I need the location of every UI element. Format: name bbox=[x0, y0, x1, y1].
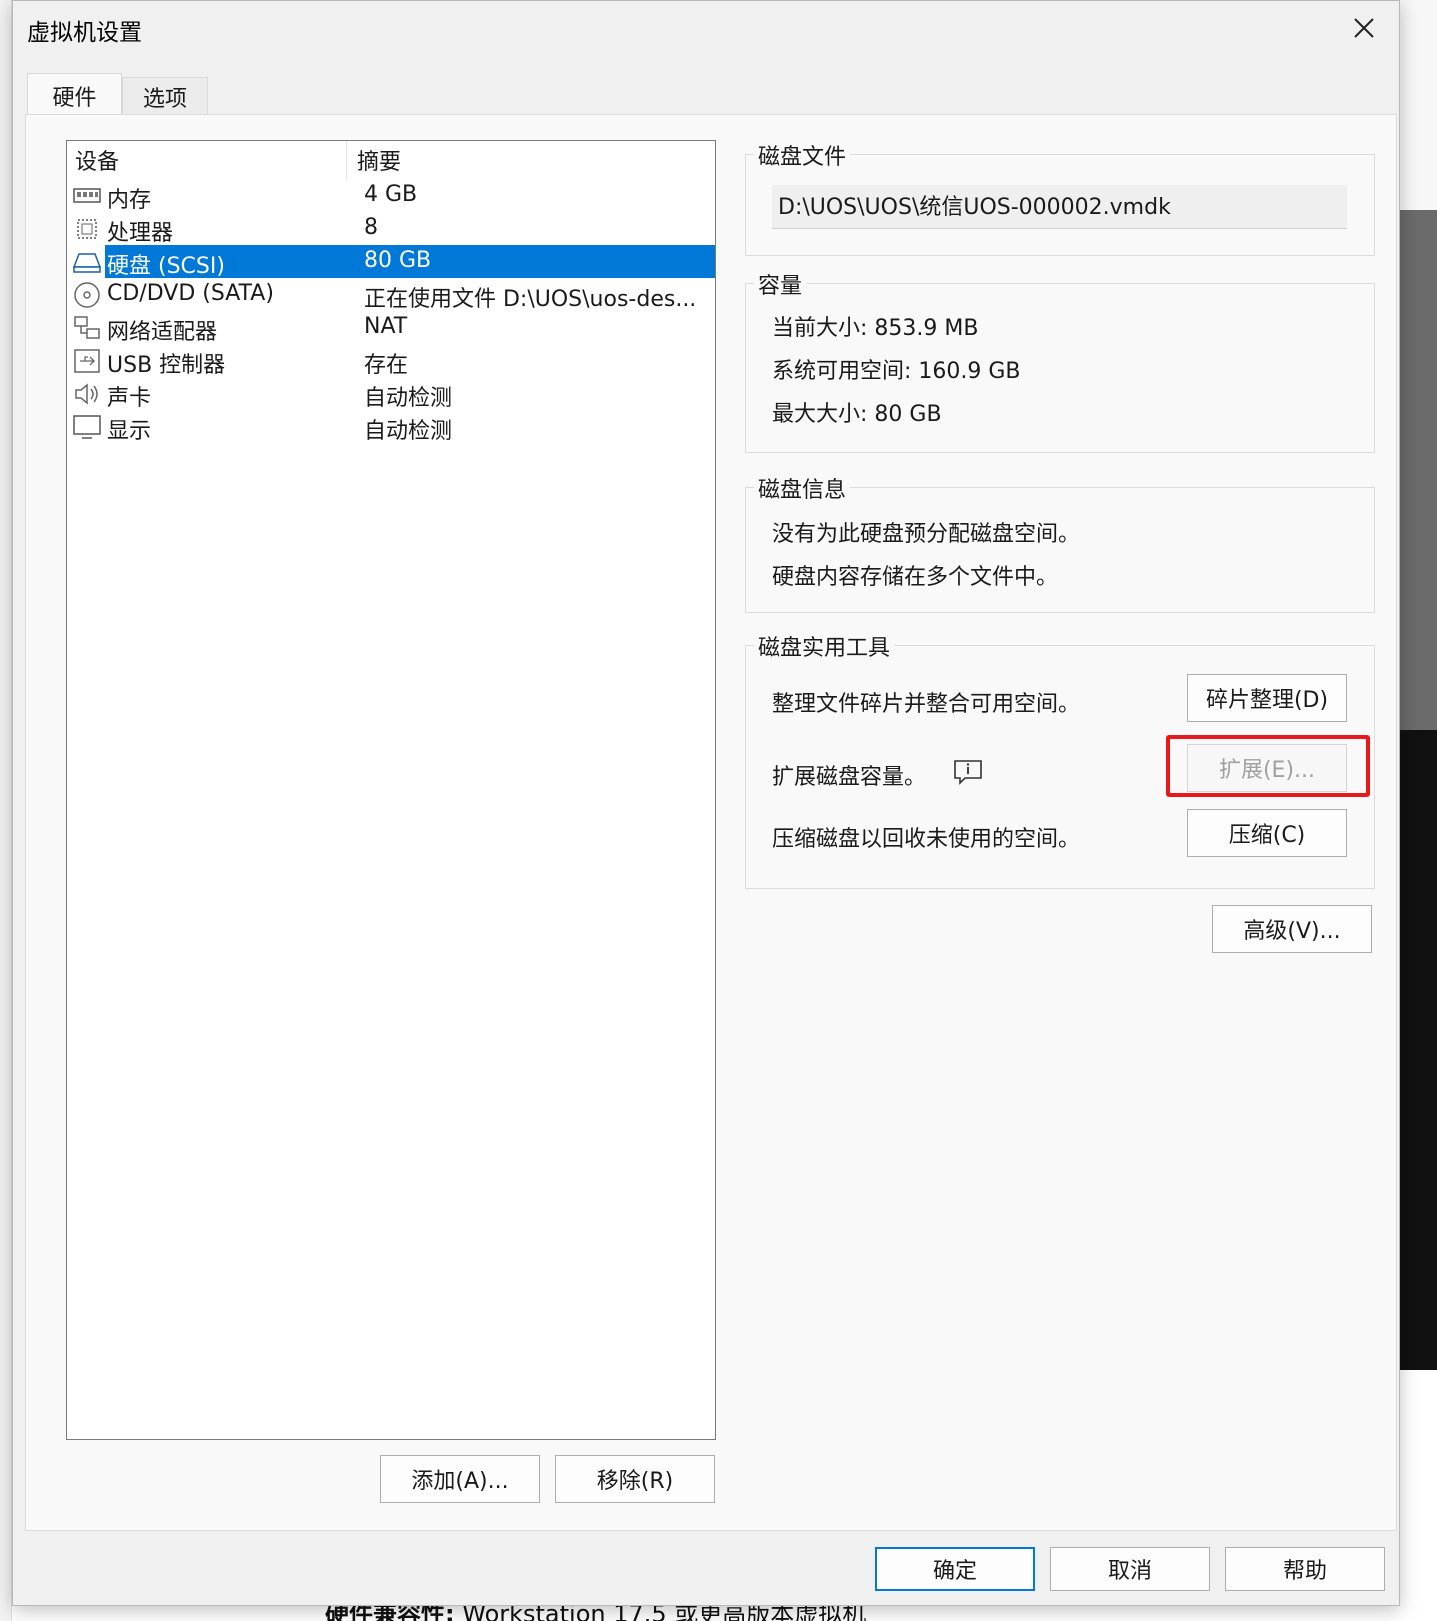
advanced-button[interactable]: 高级(V)... bbox=[1212, 905, 1372, 953]
device-name: USB 控制器 bbox=[107, 353, 226, 378]
defragment-button[interactable]: 碎片整理(D) bbox=[1187, 674, 1347, 722]
device-summary: 正在使用文件 D:\UOS\uos-des... bbox=[364, 287, 697, 312]
close-button[interactable] bbox=[1329, 1, 1399, 55]
remove-device-button[interactable]: 移除(R) bbox=[555, 1455, 715, 1503]
usb-icon bbox=[74, 349, 100, 373]
column-header-device[interactable]: 设备 bbox=[75, 141, 347, 179]
dialog-title: 虚拟机设置 bbox=[27, 20, 142, 46]
device-summary: 8 bbox=[364, 215, 378, 240]
device-summary: 存在 bbox=[364, 353, 409, 378]
device-summary: 自动检测 bbox=[364, 386, 453, 411]
capacity-group: 容量 当前大小: 853.9 MB 系统可用空间: 160.9 GB 最大大小:… bbox=[745, 268, 1375, 453]
cd-dvd-icon bbox=[74, 282, 100, 308]
device-row-network[interactable]: 网络适配器 NAT bbox=[67, 311, 715, 345]
max-size: 最大大小: 80 GB bbox=[772, 402, 942, 427]
display-icon bbox=[73, 415, 101, 439]
device-row-usb[interactable]: USB 控制器 存在 bbox=[67, 344, 715, 378]
device-name: 显示 bbox=[107, 419, 152, 444]
device-name: 硬盘 (SCSI) bbox=[107, 254, 225, 279]
hardware-panel: 设备 摘要 内存 4 GB 处理器 8 硬盘 (SCSI) 80 GB CD/D… bbox=[25, 114, 1397, 1531]
device-row-cd-dvd[interactable]: CD/DVD (SATA) 正在使用文件 D:\UOS\uos-des... bbox=[67, 278, 715, 312]
ok-button[interactable]: 确定 bbox=[875, 1547, 1035, 1591]
device-name: CD/DVD (SATA) bbox=[107, 281, 274, 306]
memory-icon bbox=[73, 188, 101, 203]
close-icon bbox=[1354, 18, 1374, 38]
device-name: 声卡 bbox=[107, 386, 152, 411]
help-button[interactable]: 帮助 bbox=[1225, 1547, 1385, 1591]
disk-file-path[interactable]: D:\UOS\UOS\统信UOS-000002.vmdk bbox=[772, 185, 1347, 229]
compact-description: 压缩磁盘以回收未使用的空间。 bbox=[772, 827, 1081, 852]
column-header-summary[interactable]: 摘要 bbox=[357, 141, 401, 179]
device-summary: 4 GB bbox=[364, 182, 418, 207]
device-row-memory[interactable]: 内存 4 GB bbox=[67, 179, 715, 213]
vm-settings-dialog: 虚拟机设置 硬件 选项 设备 摘要 内存 4 GB 处理器 8 硬盘 (SCSI… bbox=[12, 0, 1400, 1606]
device-summary: NAT bbox=[364, 314, 408, 339]
expand-description: 扩展磁盘容量。 bbox=[772, 765, 927, 790]
tab-options[interactable]: 选项 bbox=[122, 77, 208, 115]
device-row-harddisk[interactable]: 硬盘 (SCSI) 80 GB bbox=[67, 245, 715, 279]
processor-icon bbox=[77, 219, 97, 239]
background-window-edge bbox=[0, 0, 12, 1621]
compact-button[interactable]: 压缩(C) bbox=[1187, 809, 1347, 857]
device-name: 网络适配器 bbox=[107, 320, 218, 345]
available-space: 系统可用空间: 160.9 GB bbox=[772, 359, 1021, 384]
device-row-processor[interactable]: 处理器 8 bbox=[67, 212, 715, 246]
disk-info-line-2: 硬盘内容存储在多个文件中。 bbox=[772, 565, 1059, 590]
device-row-sound[interactable]: 声卡 自动检测 bbox=[67, 377, 715, 411]
capacity-title: 容量 bbox=[754, 268, 807, 300]
device-list[interactable]: 设备 摘要 内存 4 GB 处理器 8 硬盘 (SCSI) 80 GB CD/D… bbox=[66, 140, 716, 1440]
defrag-description: 整理文件碎片并整合可用空间。 bbox=[772, 692, 1081, 717]
sound-icon bbox=[75, 383, 98, 405]
device-name: 处理器 bbox=[107, 221, 174, 246]
current-size: 当前大小: 853.9 MB bbox=[772, 316, 979, 341]
device-summary: 自动检测 bbox=[364, 419, 453, 444]
add-device-button[interactable]: 添加(A)... bbox=[380, 1455, 540, 1503]
background-window-strip bbox=[1400, 0, 1437, 210]
title-bar: 虚拟机设置 bbox=[13, 1, 1399, 55]
disk-file-group: 磁盘文件 D:\UOS\UOS\统信UOS-000002.vmdk bbox=[745, 139, 1375, 256]
disk-file-title: 磁盘文件 bbox=[754, 139, 851, 171]
cancel-button[interactable]: 取消 bbox=[1050, 1547, 1210, 1591]
device-row-display[interactable]: 显示 自动检测 bbox=[67, 410, 715, 444]
device-name: 内存 bbox=[107, 188, 152, 213]
info-comment-icon[interactable] bbox=[953, 759, 983, 785]
disk-utilities-title: 磁盘实用工具 bbox=[754, 630, 895, 662]
disk-info-title: 磁盘信息 bbox=[754, 472, 851, 504]
network-adapter-icon bbox=[74, 316, 100, 339]
annotation-highlight-box bbox=[1166, 735, 1370, 797]
harddisk-icon bbox=[72, 253, 102, 273]
device-summary: 80 GB bbox=[364, 248, 432, 273]
background-window-gray bbox=[1400, 210, 1437, 730]
tab-hardware[interactable]: 硬件 bbox=[27, 73, 122, 117]
disk-info-line-1: 没有为此硬盘预分配磁盘空间。 bbox=[772, 522, 1081, 547]
disk-info-group: 磁盘信息 没有为此硬盘预分配磁盘空间。 硬盘内容存储在多个文件中。 bbox=[745, 472, 1375, 613]
